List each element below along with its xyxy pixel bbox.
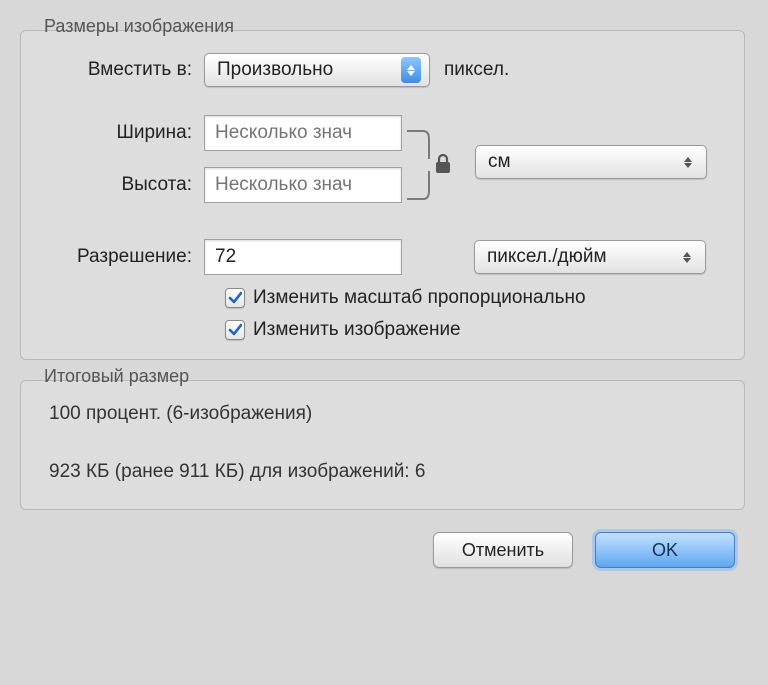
- width-label: Ширина:: [39, 122, 204, 144]
- resolution-unit-value: пиксел./дюйм: [487, 246, 607, 268]
- checkbox-icon: [225, 320, 245, 340]
- scale-proportional-label: Изменить масштаб пропорционально: [253, 287, 586, 309]
- resample-label: Изменить изображение: [253, 319, 461, 341]
- result-line-1: 100 процент. (6-изображения): [49, 403, 722, 425]
- link-bracket-icon: [405, 129, 433, 201]
- dimensions-group-title: Размеры изображения: [38, 16, 240, 37]
- updown-icon: [678, 149, 698, 175]
- updown-icon: [401, 57, 421, 83]
- width-input[interactable]: [204, 115, 402, 151]
- button-bar: Отменить OK: [20, 532, 745, 568]
- resample-checkbox[interactable]: Изменить изображение: [225, 319, 726, 341]
- ok-button[interactable]: OK: [595, 532, 735, 568]
- resolution-input[interactable]: [204, 239, 402, 275]
- result-group-title: Итоговый размер: [38, 366, 195, 387]
- updown-icon: [677, 244, 697, 270]
- fit-row: Вместить в: Произвольно пиксел.: [39, 53, 726, 87]
- wh-unit-value: см: [488, 151, 511, 173]
- ok-button-label: OK: [652, 540, 678, 561]
- resolution-unit-select[interactable]: пиксел./дюйм: [474, 240, 706, 274]
- dimensions-group: Размеры изображения Вместить в: Произвол…: [20, 30, 745, 360]
- fit-select-value: Произвольно: [217, 59, 333, 81]
- resolution-row: Разрешение: пиксел./дюйм: [39, 239, 726, 275]
- fit-label: Вместить в:: [39, 59, 204, 81]
- cancel-button[interactable]: Отменить: [433, 532, 573, 568]
- cancel-button-label: Отменить: [462, 540, 544, 561]
- result-line-2: 923 КБ (ранее 911 КБ) для изображений: 6: [49, 461, 722, 483]
- wh-unit-select[interactable]: см: [475, 145, 707, 179]
- height-input[interactable]: [204, 167, 402, 203]
- resolution-label: Разрешение:: [39, 246, 204, 268]
- result-group: Итоговый размер 100 процент. (6-изображе…: [20, 380, 745, 510]
- height-label: Высота:: [39, 174, 204, 196]
- scale-proportional-checkbox[interactable]: Изменить масштаб пропорционально: [225, 287, 726, 309]
- fit-select[interactable]: Произвольно: [204, 53, 430, 87]
- fit-unit-label: пиксел.: [444, 59, 509, 81]
- width-height-block: Ширина: Высота:: [39, 115, 726, 219]
- checkbox-icon: [225, 288, 245, 308]
- lock-icon[interactable]: [433, 153, 453, 175]
- image-size-dialog: Размеры изображения Вместить в: Произвол…: [20, 10, 745, 568]
